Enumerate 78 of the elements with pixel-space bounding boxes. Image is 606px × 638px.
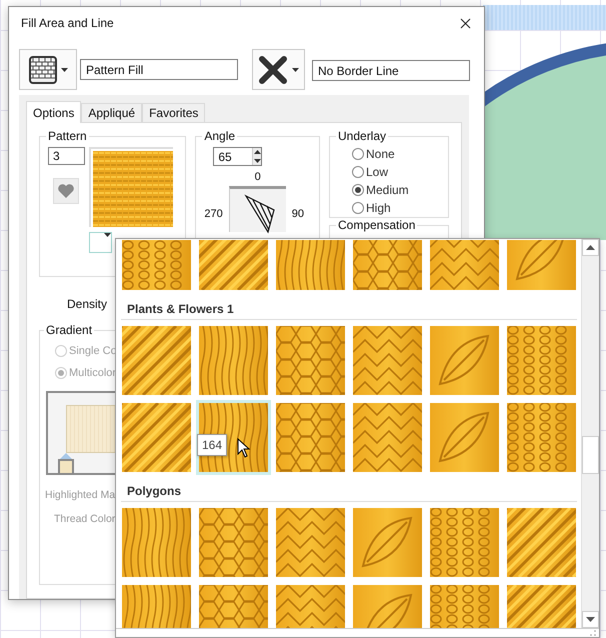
favorite-button[interactable]: [53, 178, 79, 204]
pattern-swatch[interactable]: [507, 326, 576, 395]
fill-type-button[interactable]: [19, 49, 77, 90]
pattern-swatch[interactable]: [430, 240, 499, 290]
pattern-swatch[interactable]: [199, 240, 268, 290]
pattern-swatch[interactable]: [276, 508, 345, 577]
pattern-swatch[interactable]: [276, 403, 345, 472]
pattern-swatch[interactable]: [199, 508, 268, 577]
highlighted-label: Highlighted Ma: [45, 489, 116, 501]
underlay-radio[interactable]: Medium: [352, 183, 409, 197]
pattern-swatch[interactable]: [430, 403, 499, 472]
tab[interactable]: Favorites: [142, 103, 206, 122]
pattern-swatch[interactable]: [353, 240, 422, 290]
group-label: Gradient: [45, 323, 94, 337]
tab[interactable]: Options: [26, 101, 82, 123]
underlay-radio[interactable]: High: [352, 201, 391, 215]
border-type-button[interactable]: [252, 49, 305, 90]
scroll-up-icon: [586, 245, 595, 250]
pattern-swatch[interactable]: [199, 326, 268, 395]
caret-icon: [292, 68, 299, 72]
caret-icon: [104, 233, 111, 237]
heart-icon: [57, 183, 75, 199]
section-header: Polygons: [121, 478, 577, 502]
scrollbar[interactable]: [581, 239, 599, 628]
border-type-field[interactable]: No Border Line: [312, 60, 470, 81]
thread-color-label: Thread Color: [54, 513, 116, 525]
radio-button[interactable]: [352, 166, 364, 178]
pattern-swatch[interactable]: [122, 403, 191, 472]
pattern-swatch[interactable]: [430, 326, 499, 395]
radio-button[interactable]: [352, 202, 364, 214]
pattern-swatch[interactable]: [507, 240, 576, 290]
fill-type-field[interactable]: Pattern Fill: [80, 59, 238, 80]
window-title: Fill Area and Line: [21, 16, 114, 30]
pattern-swatch[interactable]: [353, 403, 422, 472]
radio-button[interactable]: [352, 148, 364, 160]
radio-button[interactable]: [352, 184, 364, 196]
pattern-swatch[interactable]: [507, 508, 576, 577]
pattern-swatch[interactable]: [430, 508, 499, 577]
underlay-radio[interactable]: Low: [352, 165, 388, 179]
scroll-down-icon: [586, 617, 595, 622]
density-label: Density: [67, 297, 108, 311]
pattern-swatch[interactable]: [353, 326, 422, 395]
group-label: Pattern: [47, 129, 88, 143]
cross-icon: [258, 54, 288, 84]
angle-mark: 0: [254, 171, 261, 183]
group-label: Underlay: [337, 129, 388, 143]
pattern-swatch[interactable]: [122, 326, 191, 395]
pattern-number-field[interactable]: 3: [48, 147, 85, 165]
cursor-icon: [237, 438, 251, 458]
caret-icon: [60, 68, 68, 72]
section-header: Plants & Flowers 1: [121, 296, 577, 320]
group-label: Angle: [203, 129, 236, 143]
pattern-swatch[interactable]: [507, 585, 576, 628]
pattern-dropdown-button[interactable]: [89, 232, 112, 253]
pattern-swatch[interactable]: [199, 585, 268, 628]
pattern-swatch[interactable]: [122, 508, 191, 577]
scroll-thumb[interactable]: [582, 436, 599, 474]
underlay-radio[interactable]: None: [352, 147, 395, 161]
angle-dial[interactable]: [228, 186, 286, 232]
pattern-swatch[interactable]: [353, 508, 422, 577]
angle-spinner[interactable]: 65: [213, 147, 262, 166]
brick-pattern-icon: [28, 56, 56, 84]
down-arrow-icon: [254, 158, 261, 163]
angle-mark: 90: [292, 208, 304, 220]
pattern-swatch[interactable]: [122, 585, 191, 628]
group-label: Compensation: [337, 218, 416, 232]
up-arrow-icon: [254, 150, 261, 154]
pattern-swatch[interactable]: 164: [199, 403, 268, 472]
tooltip: 164: [197, 434, 228, 456]
pattern-swatch[interactable]: [507, 403, 576, 472]
pattern-swatch[interactable]: [276, 326, 345, 395]
pattern-swatch[interactable]: [276, 240, 345, 290]
pattern-swatch[interactable]: [353, 585, 422, 628]
pattern-swatch[interactable]: [122, 240, 191, 290]
pattern-swatch[interactable]: [430, 585, 499, 628]
angle-mark: 270: [204, 208, 223, 220]
pattern-swatch[interactable]: [276, 585, 345, 628]
tab[interactable]: Appliqué: [81, 103, 142, 122]
